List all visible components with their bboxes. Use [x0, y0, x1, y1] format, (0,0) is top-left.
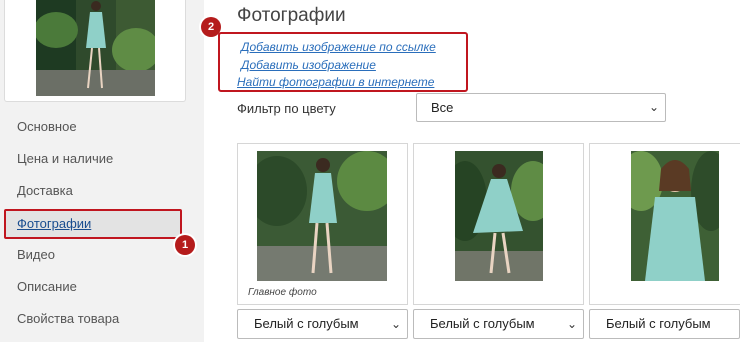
photo-image: [455, 151, 543, 281]
photo-color-value: Белый с голубым: [254, 316, 359, 331]
step-badge-1: 1: [175, 235, 195, 255]
sidebar-item-label: Цена и наличие: [17, 151, 114, 166]
photo-card[interactable]: [413, 143, 584, 305]
photo-color-select[interactable]: Белый с голубым ⌄: [413, 309, 584, 339]
photo-image: [257, 151, 387, 281]
find-photos-online-link[interactable]: Найти фотографии в интернете: [237, 75, 434, 89]
main-photo-caption: Главное фото: [248, 287, 317, 298]
product-thumbnail-card: [4, 0, 186, 102]
sidebar-item-label: Фотографии: [17, 216, 92, 231]
color-filter-value: Все: [431, 100, 454, 115]
color-filter-select[interactable]: Все ⌄: [416, 93, 666, 122]
product-thumbnail-image: [36, 0, 155, 96]
chevron-down-icon: ⌄: [648, 100, 659, 114]
sidebar: Основное Цена и наличие Доставка Фотогра…: [0, 0, 204, 342]
sidebar-item-description[interactable]: Описание: [0, 272, 186, 302]
chevron-down-icon: ⌄: [566, 317, 577, 331]
sidebar-item-label: Описание: [17, 279, 77, 294]
photo-color-value: Белый с голубым: [430, 316, 535, 331]
sidebar-item-label: Основное: [17, 119, 77, 134]
sidebar-item-delivery[interactable]: Доставка: [0, 176, 186, 206]
sidebar-item-price[interactable]: Цена и наличие: [0, 144, 186, 174]
sidebar-item-label: Видео: [17, 247, 55, 262]
chevron-down-icon: ⌄: [390, 317, 401, 331]
add-image-link[interactable]: Добавить изображение: [241, 58, 376, 72]
sidebar-item-properties[interactable]: Свойства товара: [0, 304, 186, 334]
photo-card[interactable]: Главное фото: [237, 143, 408, 305]
sidebar-item-video[interactable]: Видео: [0, 240, 186, 270]
photo-color-value: Белый с голубым: [606, 316, 711, 331]
color-filter-label: Фильтр по цвету: [237, 101, 336, 116]
photo-color-select[interactable]: Белый с голубым ⌄: [237, 309, 408, 339]
sidebar-item-label: Свойства товара: [17, 311, 120, 326]
photo-color-select[interactable]: Белый с голубым: [589, 309, 740, 339]
sidebar-item-label: Доставка: [17, 183, 73, 198]
photo-image: [631, 151, 719, 281]
page-title: Фотографии: [237, 5, 346, 26]
sidebar-item-photos[interactable]: Фотографии: [4, 209, 182, 239]
photo-card[interactable]: [589, 143, 740, 305]
sidebar-item-main[interactable]: Основное: [0, 112, 186, 142]
add-image-by-url-link[interactable]: Добавить изображение по ссылке: [241, 40, 436, 54]
